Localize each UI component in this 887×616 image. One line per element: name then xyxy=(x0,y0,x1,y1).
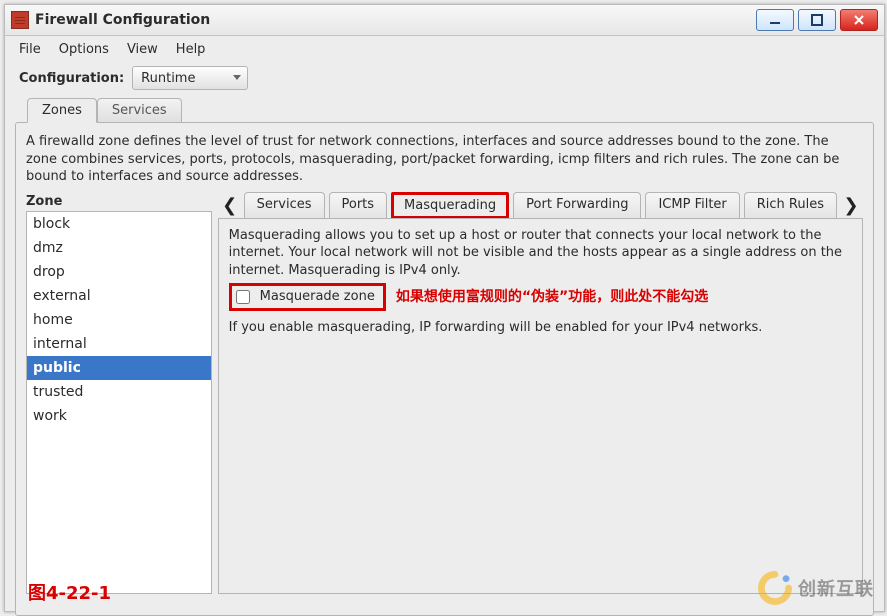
figure-caption: 图4-22-1 xyxy=(28,579,111,605)
inner-tab-rich-rules[interactable]: Rich Rules xyxy=(744,192,837,219)
inner-tab-icmp-filter[interactable]: ICMP Filter xyxy=(645,192,739,219)
tabs-scroll-right[interactable]: ❯ xyxy=(841,193,861,217)
inner-tab-strip: ❮ Services Ports Masquerading xyxy=(218,192,863,219)
zones-body: Zone blockdmzdropexternalhomeinternalpub… xyxy=(26,194,863,594)
masquerade-red-note: 如果想使用富规则的“伪装”功能，则此处不能勾选 xyxy=(396,288,708,307)
inner-tab-services[interactable]: Services xyxy=(244,192,325,219)
tab-zones-label: Zones xyxy=(42,103,82,118)
zone-item-public[interactable]: public xyxy=(27,356,211,380)
zone-item-dmz[interactable]: dmz xyxy=(27,236,211,260)
main-notebook: Zones Services A firewalld zone defines … xyxy=(15,98,874,616)
close-button[interactable] xyxy=(840,9,878,31)
zones-left-column: Zone blockdmzdropexternalhomeinternalpub… xyxy=(26,194,212,594)
titlebar: Firewall Configuration xyxy=(5,5,884,36)
masquerade-zone-row: Masquerade zone 如果想使用富规则的“伪装”功能，则此处不能勾选 xyxy=(229,283,852,311)
zones-page: A firewalld zone defines the level of tr… xyxy=(15,122,874,616)
zone-list[interactable]: blockdmzdropexternalhomeinternalpublictr… xyxy=(26,211,212,594)
zone-item-work[interactable]: work xyxy=(27,404,211,428)
masquerade-zone-label: Masquerade zone xyxy=(260,288,375,306)
menu-help[interactable]: Help xyxy=(176,42,206,57)
tab-zones[interactable]: Zones xyxy=(27,98,97,123)
tab-services-label: Services xyxy=(112,103,167,118)
masquerade-zone-highlight: Masquerade zone xyxy=(229,283,386,311)
zone-item-home[interactable]: home xyxy=(27,308,211,332)
chevron-left-icon: ❮ xyxy=(222,195,237,216)
app-icon xyxy=(11,11,29,29)
inner-tab-masquerading-label: Masquerading xyxy=(404,198,496,213)
configuration-combobox[interactable]: Runtime xyxy=(132,66,248,90)
app-window: Firewall Configuration File Options View… xyxy=(4,4,885,612)
menubar: File Options View Help xyxy=(5,36,884,62)
configuration-row: Configuration: Runtime xyxy=(5,62,884,94)
inner-tab-port-forwarding[interactable]: Port Forwarding xyxy=(513,192,641,219)
inner-tab-port-forwarding-label: Port Forwarding xyxy=(526,197,628,212)
menu-file[interactable]: File xyxy=(19,42,41,57)
zone-item-external[interactable]: external xyxy=(27,284,211,308)
inner-tab-services-label: Services xyxy=(257,197,312,212)
configuration-value: Runtime xyxy=(141,71,195,86)
maximize-icon xyxy=(811,14,823,26)
zone-item-block[interactable]: block xyxy=(27,212,211,236)
inner-tab-masquerading[interactable]: Masquerading xyxy=(391,192,509,219)
inner-tab-ports-label: Ports xyxy=(342,197,375,212)
zone-item-drop[interactable]: drop xyxy=(27,260,211,284)
close-icon xyxy=(853,14,865,26)
inner-tab-rich-rules-label: Rich Rules xyxy=(757,197,824,212)
zone-item-trusted[interactable]: trusted xyxy=(27,380,211,404)
minimize-icon xyxy=(769,14,781,26)
chevron-right-icon: ❯ xyxy=(843,195,858,216)
zones-right-column: ❮ Services Ports Masquerading xyxy=(218,194,863,594)
masquerading-description: Masquerading allows you to set up a host… xyxy=(229,227,852,280)
zone-heading: Zone xyxy=(26,194,212,209)
minimize-button[interactable] xyxy=(756,9,794,31)
tabs-scroll-left[interactable]: ❮ xyxy=(220,193,240,217)
zone-item-internal[interactable]: internal xyxy=(27,332,211,356)
masquerading-page: Masquerading allows you to set up a host… xyxy=(218,218,863,594)
masquerading-forward-note: If you enable masquerading, IP forwardin… xyxy=(229,319,852,337)
tab-services[interactable]: Services xyxy=(97,98,182,122)
inner-tab-icmp-filter-label: ICMP Filter xyxy=(658,197,726,212)
masquerade-zone-checkbox[interactable] xyxy=(236,290,250,304)
menu-view[interactable]: View xyxy=(127,42,158,57)
window-title: Firewall Configuration xyxy=(35,12,210,28)
inner-tab-ports[interactable]: Ports xyxy=(329,192,388,219)
main-tab-strip: Zones Services xyxy=(15,98,874,122)
zones-description: A firewalld zone defines the level of tr… xyxy=(26,133,863,186)
menu-options[interactable]: Options xyxy=(59,42,109,57)
configuration-label: Configuration: xyxy=(19,71,124,86)
maximize-button[interactable] xyxy=(798,9,836,31)
